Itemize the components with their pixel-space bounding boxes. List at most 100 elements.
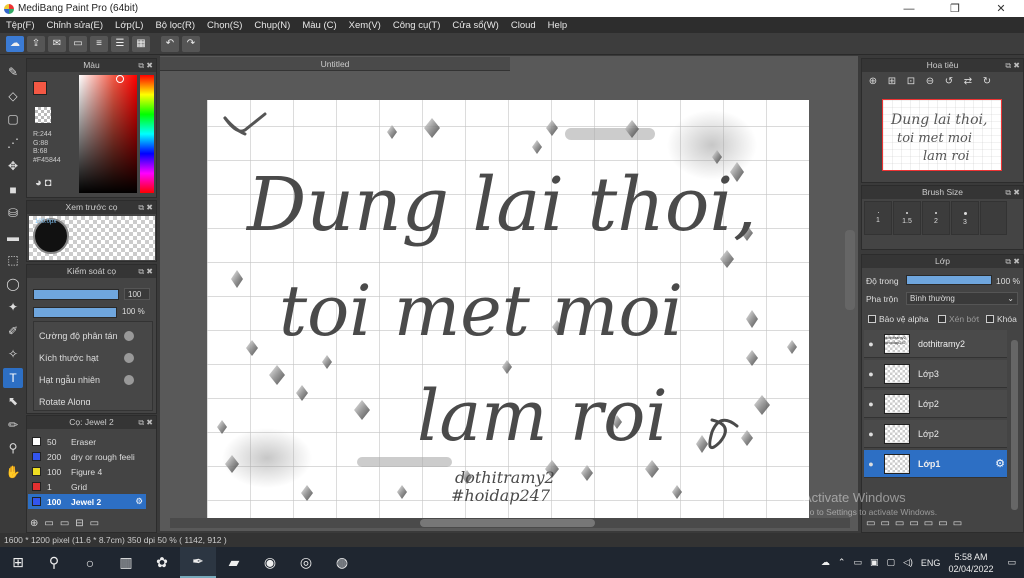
panel-close-icon[interactable]: ⧉ ✖	[1005, 59, 1020, 72]
brush-item-selected[interactable]: 100 Jewel 2 ⚙	[28, 494, 146, 509]
operation-tool-icon[interactable]: ⬉	[3, 391, 23, 411]
random-particle-slider[interactable]	[124, 375, 134, 385]
cortana-icon[interactable]: ○	[72, 547, 108, 578]
file-explorer-icon[interactable]: ▰	[216, 547, 252, 578]
zalo-app-icon[interactable]: ◉	[252, 547, 288, 578]
layer-row[interactable]: ● Lớp2	[864, 420, 1007, 448]
brush-item[interactable]: 200 dry or rough feeli	[28, 449, 146, 464]
menu-window[interactable]: Cửa sổ(W)	[452, 20, 498, 31]
blend-mode-select[interactable]: Bình thường ⌄	[906, 292, 1018, 305]
lock-checkbox[interactable]	[986, 315, 994, 323]
select-rect-icon[interactable]: ⬚	[3, 250, 23, 270]
hand-tool-icon[interactable]: ✋	[3, 462, 23, 482]
scroll-thumb[interactable]	[420, 519, 595, 527]
visibility-icon[interactable]: ●	[864, 339, 878, 349]
document-tab[interactable]: Untitled	[160, 57, 510, 71]
redo-icon[interactable]: ↷	[182, 35, 200, 52]
saturation-value-picker[interactable]	[79, 75, 137, 193]
eyedropper-icon[interactable]: ⚲	[3, 438, 23, 458]
panel-close-icon[interactable]: ⧉ ✖	[1005, 255, 1020, 268]
brush-size-bar[interactable]	[33, 289, 119, 300]
task-view-icon[interactable]: ▥	[108, 547, 144, 578]
menu-cloud[interactable]: Cloud	[511, 20, 536, 31]
size-preset[interactable]: 1	[864, 201, 892, 235]
zoom-actual-icon[interactable]: ⊡	[904, 76, 918, 87]
brush-tool-icon[interactable]: ✎	[3, 62, 23, 82]
minimize-button[interactable]: —	[886, 3, 932, 15]
zoom-out-icon[interactable]: ⊖	[923, 76, 937, 87]
text-tool-icon[interactable]: T	[3, 367, 23, 388]
gear-icon[interactable]: ⚙	[135, 496, 143, 507]
volume-icon[interactable]: ◁)	[903, 557, 913, 568]
magic-wand-icon[interactable]: ✦	[3, 297, 23, 317]
menu-view[interactable]: Xem(V)	[349, 20, 381, 31]
navigator-thumbnail[interactable]: Dung lai thoi, toi met moi lam roi	[882, 99, 1002, 171]
color-picker-cursor[interactable]	[116, 75, 124, 83]
gradient-tool-icon[interactable]: ▬	[3, 227, 23, 247]
visibility-icon[interactable]: ●	[864, 369, 878, 379]
brush-item[interactable]: 50 Eraser	[28, 434, 146, 449]
move-tool-icon[interactable]: ✥	[3, 156, 23, 176]
menu-color[interactable]: Màu (C)	[302, 20, 336, 31]
layer-row[interactable]: ● Lớp2	[864, 390, 1007, 418]
chrome-alt-icon[interactable]: ◎	[288, 547, 324, 578]
grid-icon[interactable]: ▦	[132, 35, 150, 52]
layer-opacity-bar[interactable]	[906, 275, 992, 285]
battery-icon[interactable]: ▭	[853, 557, 862, 568]
size-preset[interactable]: 2	[922, 201, 950, 235]
weather-icon[interactable]: ☁	[821, 557, 830, 568]
palette-icon[interactable]: ◕ ◘	[35, 177, 51, 189]
maximize-button[interactable]: ❐	[932, 2, 978, 15]
cloud-icon[interactable]: ☁	[6, 35, 24, 52]
brush-panel-actions[interactable]: ⊕▭▭⊟▭	[30, 518, 105, 529]
lasso-tool-icon[interactable]: ◯	[3, 274, 23, 294]
menu-tools[interactable]: Công cụ(T)	[393, 20, 441, 31]
fill-rect-icon[interactable]: ■	[3, 180, 23, 200]
language-indicator[interactable]: ENG	[921, 558, 941, 568]
menu-layer[interactable]: Lớp(L)	[115, 20, 143, 31]
layer-panel-actions[interactable]: ▭▭▭▭▭▭▭	[866, 518, 967, 529]
canvas[interactable]: Dung lai thoi, toi met moi lam roi dothi…	[207, 100, 809, 518]
rotate-left-icon[interactable]: ↺	[942, 76, 956, 87]
medibang-app-icon[interactable]: ✒	[180, 547, 216, 578]
bucket-tool-icon[interactable]: ⛁	[3, 203, 23, 223]
eraser-tool-icon[interactable]: ◇	[3, 86, 23, 106]
menu-file[interactable]: Tệp(F)	[6, 20, 35, 31]
select-pen-icon[interactable]: ✐	[3, 321, 23, 341]
zoom-fit-icon[interactable]: ⊞	[885, 76, 899, 87]
size-preset[interactable]: 1.5	[893, 201, 921, 235]
vpn-icon[interactable]: ▣	[870, 557, 879, 568]
chrome-icon[interactable]: ◍	[324, 547, 360, 578]
list-icon[interactable]: ☰	[111, 35, 129, 52]
brush-item[interactable]: 100 Figure 4	[28, 464, 146, 479]
select-eraser-icon[interactable]: ✧	[3, 344, 23, 364]
panel-close-icon[interactable]: ⧉ ✖	[138, 201, 153, 214]
transparent-swatch[interactable]	[35, 107, 51, 123]
scatter-slider[interactable]	[124, 331, 134, 341]
page-icon[interactable]: ▭	[69, 35, 87, 52]
layer-scrollbar[interactable]	[1011, 340, 1018, 510]
document-icon[interactable]: ≡	[90, 35, 108, 52]
brush-item[interactable]: 1 Grid	[28, 479, 146, 494]
divide-tool-icon[interactable]: ✏	[3, 415, 23, 435]
visibility-icon[interactable]: ●	[864, 429, 878, 439]
dotted-line-icon[interactable]: ⋰	[3, 133, 23, 153]
paint-app-icon[interactable]: ✿	[144, 547, 180, 578]
menu-snap[interactable]: Chụp(N)	[254, 20, 290, 31]
particle-size-slider[interactable]	[124, 353, 134, 363]
size-preset[interactable]	[980, 201, 1007, 235]
panel-close-icon[interactable]: ⧉ ✖	[1005, 186, 1020, 199]
close-button[interactable]: ✕	[978, 2, 1024, 15]
chevron-up-icon[interactable]: ⌃	[838, 557, 846, 568]
panel-close-icon[interactable]: ⧉ ✖	[138, 59, 153, 72]
rectangle-tool-icon[interactable]: ▢	[3, 109, 23, 129]
protect-alpha-checkbox[interactable]	[868, 315, 876, 323]
vertical-scrollbar[interactable]	[845, 230, 855, 310]
hue-slider[interactable]	[140, 75, 154, 193]
layer-row[interactable]: ● dothitramy2 #hoidap247 dothitramy2	[864, 330, 1007, 358]
layer-row-selected[interactable]: ● Lớp1 ⚙	[864, 450, 1007, 478]
menu-help[interactable]: Help	[548, 20, 568, 31]
clipping-checkbox[interactable]	[938, 315, 946, 323]
panel-close-icon[interactable]: ⧉ ✖	[138, 265, 153, 278]
undo-icon[interactable]: ↶	[161, 35, 179, 52]
